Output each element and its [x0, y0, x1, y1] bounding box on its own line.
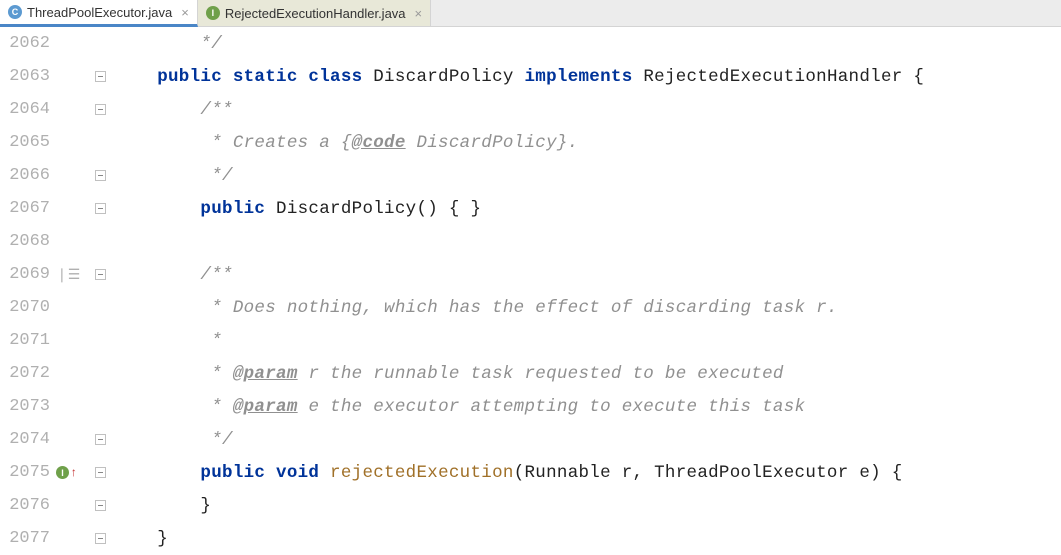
fold-region	[86, 203, 114, 214]
fold-region	[86, 434, 114, 445]
code-line[interactable]: 2064 /**	[0, 93, 1061, 126]
code-text[interactable]: * Creates a {@code DiscardPolicy}.	[114, 133, 1061, 153]
fold-toggle-icon[interactable]	[95, 269, 106, 280]
line-number: 2065	[0, 133, 56, 152]
close-icon[interactable]: ×	[177, 5, 189, 20]
code-text[interactable]: */	[114, 166, 1061, 186]
code-line[interactable]: 2062 */	[0, 27, 1061, 60]
code-text[interactable]: public void rejectedExecution(Runnable r…	[114, 463, 1061, 483]
code-line[interactable]: 2073 * @param e the executor attempting …	[0, 390, 1061, 423]
code-text[interactable]: * @param r the runnable task requested t…	[114, 364, 1061, 384]
code-text[interactable]: /**	[114, 265, 1061, 285]
fold-region	[86, 467, 114, 478]
code-line[interactable]: 2070 * Does nothing, which has the effec…	[0, 291, 1061, 324]
code-line[interactable]: 2075I↑ public void rejectedExecution(Run…	[0, 456, 1061, 489]
doc-comment-icon[interactable]: ❘☰	[56, 266, 80, 283]
code-text[interactable]: *	[114, 331, 1061, 351]
fold-toggle-icon[interactable]	[95, 170, 106, 181]
gutter-marker: ❘☰	[56, 266, 86, 283]
line-number: 2073	[0, 397, 56, 416]
line-number: 2069	[0, 265, 56, 284]
code-text[interactable]: * @param e the executor attempting to ex…	[114, 397, 1061, 417]
code-line[interactable]: 2068	[0, 225, 1061, 258]
code-line[interactable]: 2076 }	[0, 489, 1061, 522]
code-line[interactable]: 2071 *	[0, 324, 1061, 357]
code-text[interactable]: public DiscardPolicy() { }	[114, 199, 1061, 219]
line-number: 2068	[0, 232, 56, 251]
tab-label: RejectedExecutionHandler.java	[225, 6, 406, 21]
code-line[interactable]: 2063 public static class DiscardPolicy i…	[0, 60, 1061, 93]
code-line[interactable]: 2077 }	[0, 522, 1061, 555]
line-number: 2074	[0, 430, 56, 449]
line-number: 2066	[0, 166, 56, 185]
gutter-marker: I↑	[56, 466, 86, 480]
code-text[interactable]: * Does nothing, which has the effect of …	[114, 298, 1061, 318]
code-line[interactable]: 2066 */	[0, 159, 1061, 192]
fold-region	[86, 269, 114, 280]
interface-icon: I	[206, 6, 220, 20]
line-number: 2077	[0, 529, 56, 548]
class-icon: C	[8, 5, 22, 19]
tab-threadpoolexecutor[interactable]: C ThreadPoolExecutor.java ×	[0, 0, 198, 27]
line-number: 2070	[0, 298, 56, 317]
fold-toggle-icon[interactable]	[95, 104, 106, 115]
code-line[interactable]: 2065 * Creates a {@code DiscardPolicy}.	[0, 126, 1061, 159]
editor-tabs: C ThreadPoolExecutor.java × I RejectedEx…	[0, 0, 1061, 27]
code-text[interactable]: }	[114, 529, 1061, 549]
code-text[interactable]: */	[114, 34, 1061, 54]
close-icon[interactable]: ×	[411, 6, 423, 21]
code-line[interactable]: 2069❘☰ /**	[0, 258, 1061, 291]
tab-label: ThreadPoolExecutor.java	[27, 5, 172, 20]
code-text[interactable]: /**	[114, 100, 1061, 120]
line-number: 2076	[0, 496, 56, 515]
fold-toggle-icon[interactable]	[95, 533, 106, 544]
implements-icon[interactable]: I	[56, 466, 69, 479]
line-number: 2071	[0, 331, 56, 350]
code-text[interactable]: }	[114, 496, 1061, 516]
code-line[interactable]: 2072 * @param r the runnable task reques…	[0, 357, 1061, 390]
fold-region	[86, 104, 114, 115]
line-number: 2063	[0, 67, 56, 86]
code-editor[interactable]: 2062 */2063 public static class DiscardP…	[0, 27, 1061, 554]
fold-region	[86, 533, 114, 544]
line-number: 2075	[0, 463, 56, 482]
line-number: 2064	[0, 100, 56, 119]
fold-toggle-icon[interactable]	[95, 203, 106, 214]
fold-toggle-icon[interactable]	[95, 500, 106, 511]
up-arrow-icon: ↑	[70, 466, 77, 480]
code-line[interactable]: 2067 public DiscardPolicy() { }	[0, 192, 1061, 225]
fold-toggle-icon[interactable]	[95, 71, 106, 82]
code-text[interactable]: public static class DiscardPolicy implem…	[114, 67, 1061, 87]
fold-region	[86, 500, 114, 511]
fold-region	[86, 170, 114, 181]
fold-toggle-icon[interactable]	[95, 467, 106, 478]
fold-region	[86, 71, 114, 82]
line-number: 2067	[0, 199, 56, 218]
line-number: 2072	[0, 364, 56, 383]
line-number: 2062	[0, 34, 56, 53]
tab-rejectedexecutionhandler[interactable]: I RejectedExecutionHandler.java ×	[198, 0, 431, 26]
code-text[interactable]: */	[114, 430, 1061, 450]
code-line[interactable]: 2074 */	[0, 423, 1061, 456]
fold-toggle-icon[interactable]	[95, 434, 106, 445]
